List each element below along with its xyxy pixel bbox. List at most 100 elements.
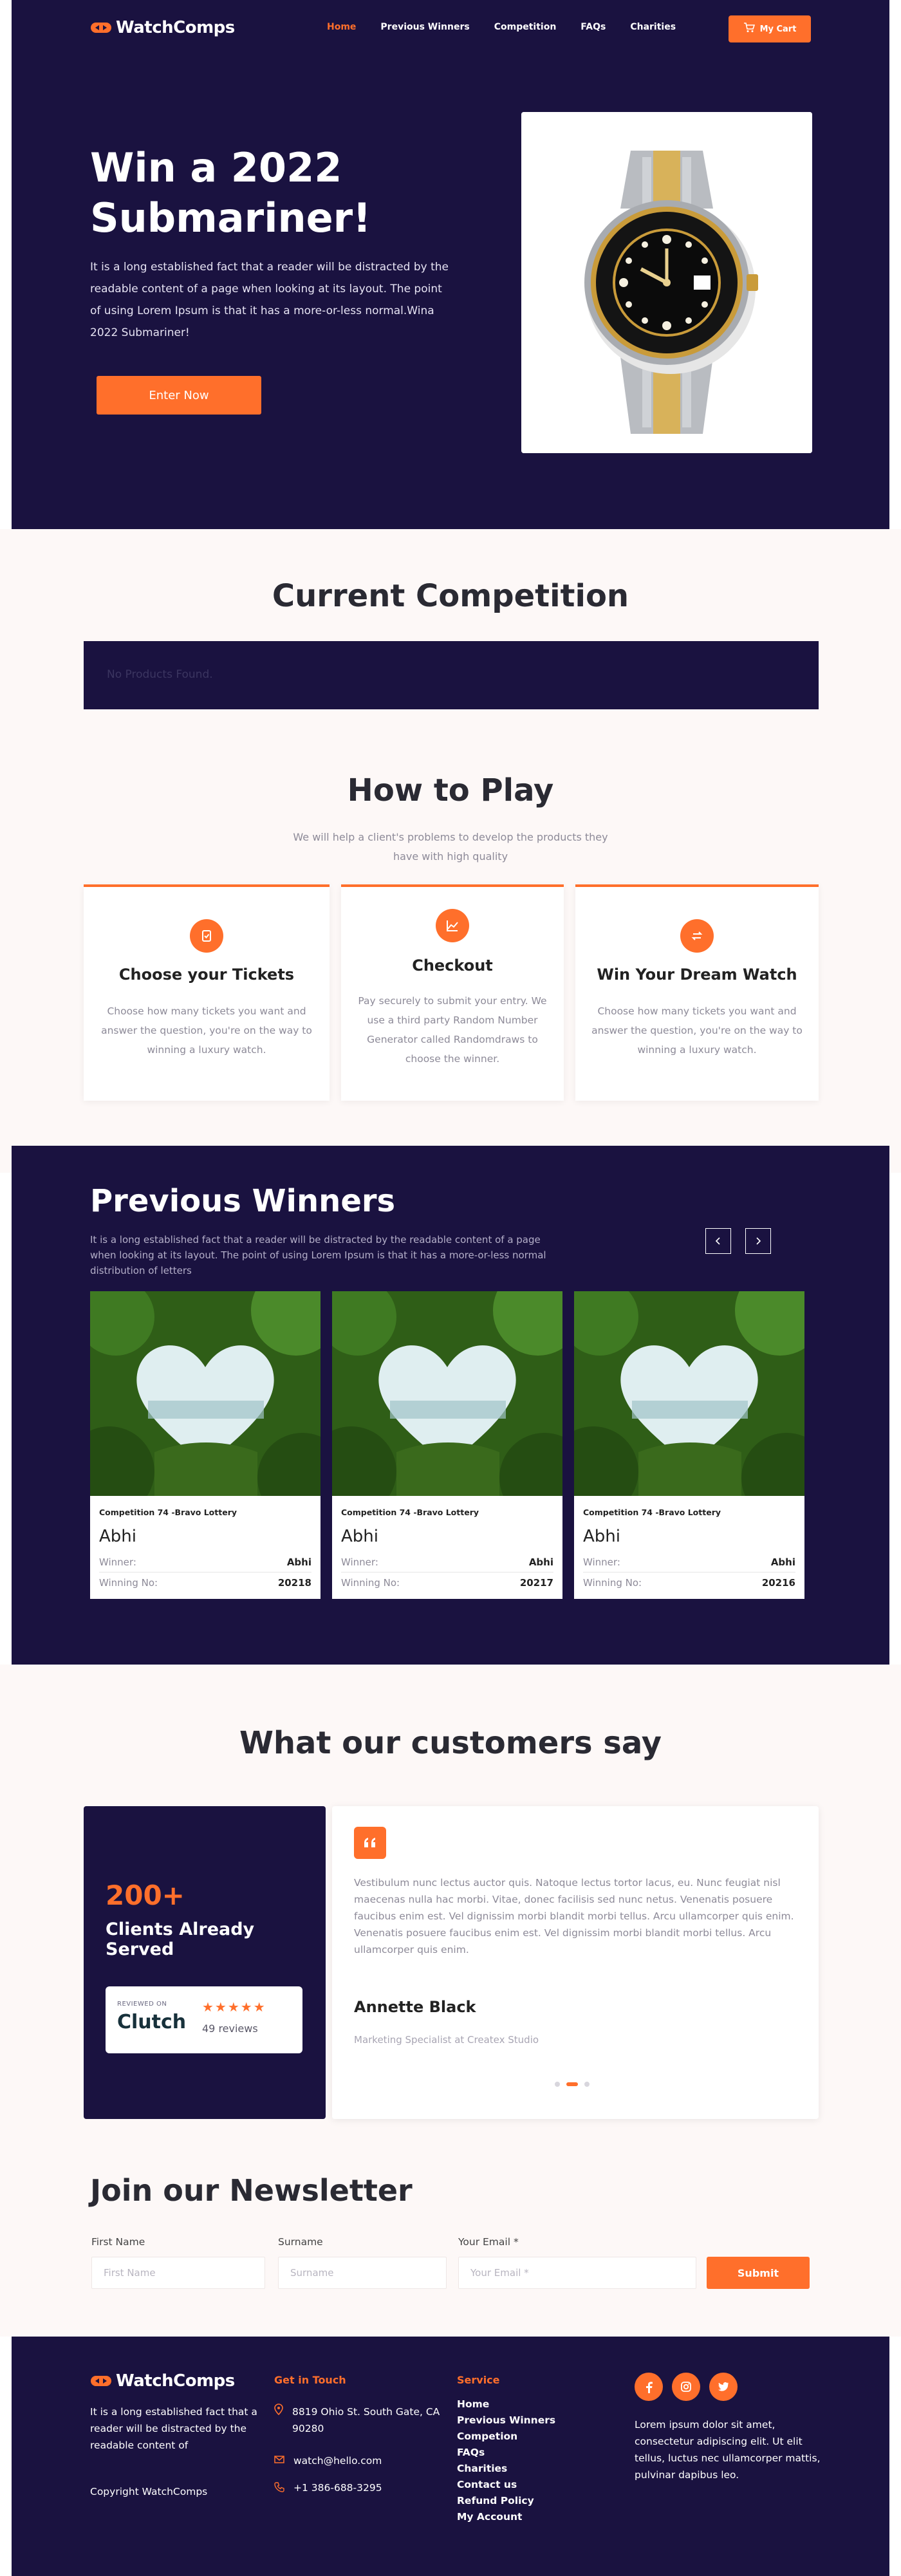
testimonial-role: Marketing Specialist at Createx Studio [354,2034,539,2046]
submit-button[interactable]: Submit [707,2257,810,2289]
contact-title: Get in Touch [274,2374,346,2386]
nav-charities[interactable]: Charities [630,22,676,32]
step-text: Pay securely to submit your entry. We us… [358,995,547,1065]
twitter-icon [718,2382,729,2391]
exchange-icon [680,919,714,953]
hero-title: Win a 2022 Submariner! [90,144,371,241]
winner-value: Abhi [770,1556,795,1568]
footer-link-competition[interactable]: Competion [457,2431,555,2442]
footer-phone[interactable]: +1 386-688-3295 [274,2482,382,2495]
winning-number-row: Winning No: 20216 [583,1577,795,1589]
product-list-empty: No Products Found. [84,641,819,709]
twitter-button[interactable] [709,2373,738,2401]
nav-faqs[interactable]: FAQs [581,22,606,32]
winner-image [332,1291,562,1496]
carousel-prev-button[interactable] [705,1228,731,1254]
nav-home[interactable]: Home [327,22,356,32]
newsletter-title: Join our Newsletter [90,2173,413,2208]
carousel-dot-active[interactable] [566,2082,578,2086]
winning-number-row: Winning No: 20217 [341,1577,553,1589]
winner-label: Winner: [583,1556,620,1568]
winner-name: Abhi [99,1527,136,1546]
phone-text: +1 386-688-3295 [293,2482,382,2494]
clients-served-panel: 200+ Clients Already Served REVIEWED ON … [84,1806,326,2119]
winner-image [574,1291,804,1496]
winner-value: Abhi [528,1556,553,1568]
winner-card[interactable]: Competition 74 -Bravo Lottery Abhi Winne… [90,1291,320,1599]
mail-icon [274,2455,284,2467]
facebook-button[interactable] [635,2373,663,2401]
nav-previous-winners[interactable]: Previous Winners [380,22,469,32]
carousel-dot[interactable] [555,2082,560,2087]
winner-card[interactable]: Competition 74 -Bravo Lottery Abhi Winne… [332,1291,562,1599]
footer-link-faqs[interactable]: FAQs [457,2447,555,2458]
carousel-dots [555,2082,590,2087]
address-text: 8819 Ohio St. South Gate, CA 90280 [292,2406,440,2434]
nav-competition[interactable]: Competition [494,22,557,32]
step-title: Choose your Tickets [118,966,295,984]
testimonials-title: What our customers say [239,1725,662,1761]
cart-button[interactable]: My Cart [729,15,811,42]
previous-winners-section: Previous Winners It is a long establishe… [12,1146,889,1665]
clients-label: Clients Already Served [106,1919,255,1959]
footer-link-charities[interactable]: Charities [457,2463,555,2474]
current-competition-title: Current Competition [272,578,629,614]
footer-link-home[interactable]: Home [457,2398,555,2410]
no-products-message: No Products Found. [107,668,213,681]
winner-row: Winner: Abhi [583,1556,795,1568]
carousel-next-button[interactable] [745,1228,771,1254]
footer-link-previous-winners[interactable]: Previous Winners [457,2414,555,2426]
footer: WatchComps It is a long established fact… [12,2337,889,2576]
divider [99,1572,311,1573]
footer-email[interactable]: watch@hello.com [274,2455,382,2467]
surname-input[interactable]: Surname [278,2257,447,2289]
step-text: Choose how many tickets you want and ans… [591,1005,803,1056]
surname-label: Surname [278,2236,323,2248]
winning-number-value: 20216 [761,1577,795,1589]
clients-count: 200+ [106,1880,185,1911]
service-links: Home Previous Winners Competion FAQs Cha… [457,2398,555,2523]
enter-now-button[interactable]: Enter Now [97,376,261,415]
logo-icon [90,21,112,35]
footer-link-refund[interactable]: Refund Policy [457,2495,555,2506]
copyright: Copyright WatchComps [90,2486,208,2497]
instagram-button[interactable] [672,2373,700,2401]
winner-row: Winner: Abhi [341,1556,553,1568]
instagram-icon [681,2382,691,2392]
step-card-tickets: Choose your Tickets Choose how many tick… [84,884,330,1101]
testimonial-card: Vestibulum nunc lectus auctor quis. Nato… [332,1806,819,2119]
hero-description: It is a long established fact that a rea… [90,261,449,339]
location-pin-icon [274,2403,283,2418]
footer-about: It is a long established fact that a rea… [90,2406,257,2451]
winning-number-label: Winning No: [99,1577,158,1589]
carousel-dot[interactable] [584,2082,590,2087]
footer-link-contact[interactable]: Contact us [457,2479,555,2490]
winner-label: Winner: [341,1556,378,1568]
phone-icon [274,2482,284,2495]
step-text: Choose how many tickets you want and ans… [101,1005,312,1056]
testimonial-quote: Vestibulum nunc lectus auctor quis. Nato… [354,1877,794,1955]
first-name-input[interactable]: First Name [91,2257,265,2289]
top-navigation: WatchComps Home Previous Winners Competi… [90,15,811,44]
logo[interactable]: WatchComps [90,18,235,37]
footer-logo[interactable]: WatchComps [90,2371,235,2391]
email-label: Your Email * [458,2236,519,2248]
winner-name: Abhi [341,1527,378,1546]
clutch-badge[interactable]: REVIEWED ON Clutch ★★★★★ 49 reviews [106,1986,302,2053]
facebook-icon [646,2382,653,2393]
service-title: Service [457,2374,500,2386]
how-to-play-title: How to Play [347,772,554,808]
winner-name: Abhi [583,1527,620,1546]
quote-icon [354,1827,386,1859]
winning-number-label: Winning No: [583,1577,642,1589]
cart-icon [743,23,755,35]
winner-card[interactable]: Competition 74 -Bravo Lottery Abhi Winne… [574,1291,804,1599]
testimonial-author: Annette Black [354,1998,476,2016]
email-input[interactable]: Your Email * [458,2257,696,2289]
step-title: Checkout [412,957,493,975]
ticket-icon [190,919,223,953]
clutch-reviews: 49 reviews [202,2022,258,2035]
first-name-label: First Name [91,2236,145,2248]
divider [583,1572,795,1573]
footer-link-account[interactable]: My Account [457,2511,555,2523]
